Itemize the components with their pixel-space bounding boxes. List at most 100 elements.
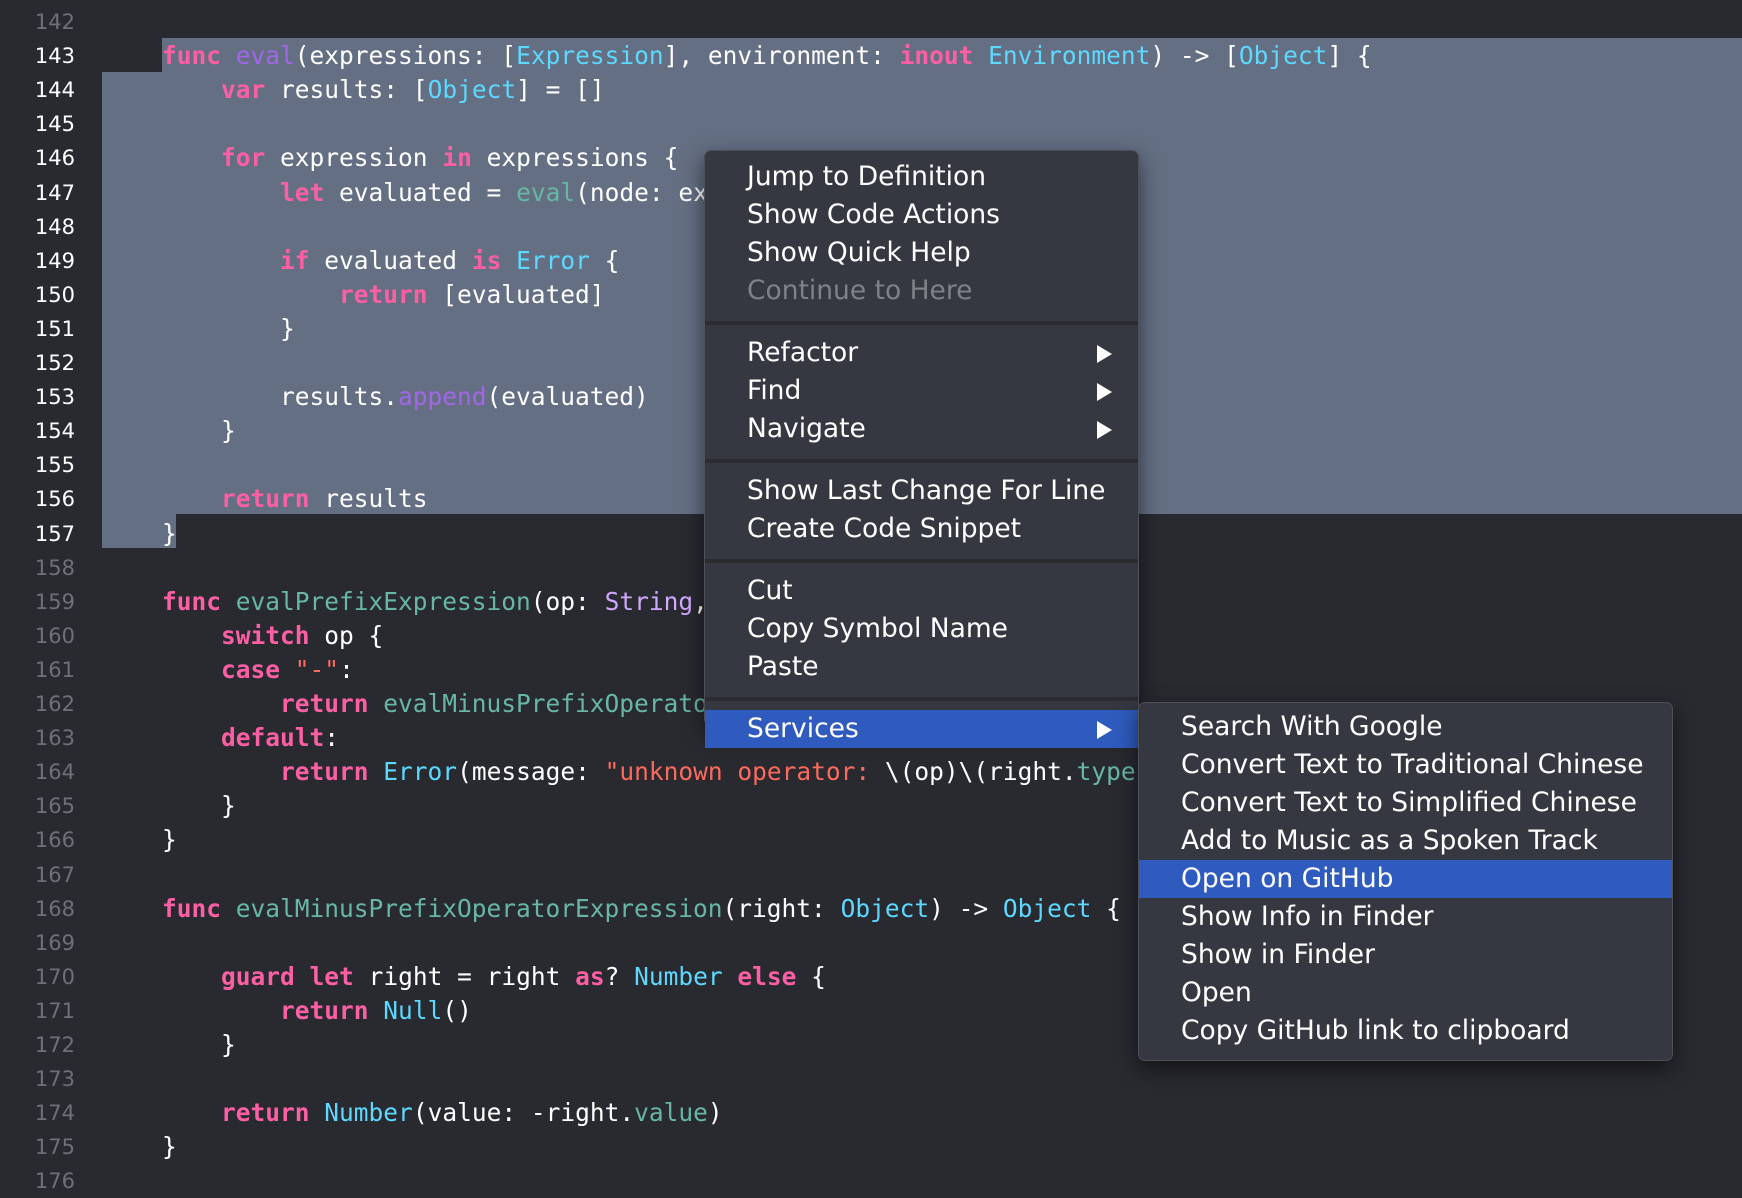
plain-token: ) -> xyxy=(929,893,1003,923)
line-number: 171 xyxy=(34,998,75,1023)
code-text[interactable]: if evaluated is Error { xyxy=(162,244,619,278)
menu-item-convert-text-to-simplified-chinese[interactable]: Convert Text to Simplified Chinese xyxy=(1139,784,1672,822)
line-number: 157 xyxy=(34,521,75,546)
menu-item-copy-github-link-to-clipboard[interactable]: Copy GitHub link to clipboard xyxy=(1139,1012,1672,1050)
line-number: 155 xyxy=(34,453,75,478)
code-line[interactable]: 174 return Number(value: -right.value) xyxy=(0,1096,1742,1130)
line-number: 158 xyxy=(34,555,75,580)
plain-token: () xyxy=(442,995,472,1025)
code-text[interactable]: } xyxy=(162,312,295,346)
menu-item-show-last-change-for-line[interactable]: Show Last Change For Line xyxy=(705,472,1138,510)
code-text[interactable]: guard let right = right as? Number else … xyxy=(162,960,826,994)
code-line[interactable]: 144 var results: [Object] = [] xyxy=(0,73,1742,107)
line-number: 174 xyxy=(34,1101,75,1126)
plain-token: expressions { xyxy=(486,143,679,173)
code-text[interactable]: for expression in expressions { xyxy=(162,141,678,175)
code-text[interactable]: return results xyxy=(162,482,428,516)
code-text[interactable]: return Error(message: "unknown operator:… xyxy=(162,755,1136,789)
keyword-token: var xyxy=(221,75,266,105)
menu-item-cut[interactable]: Cut xyxy=(705,572,1138,610)
syntax-token: type xyxy=(1076,757,1136,787)
syntax-token: Error xyxy=(383,757,458,787)
code-text[interactable]: switch op { xyxy=(162,619,383,653)
line-number: 148 xyxy=(34,214,75,239)
menu-item-copy-symbol-name[interactable]: Copy Symbol Name xyxy=(705,610,1138,648)
menu-item-search-with-google[interactable]: Search With Google xyxy=(1139,708,1672,746)
code-text[interactable]: func eval(expressions: [Expression], env… xyxy=(162,39,1372,73)
line-number: 152 xyxy=(34,351,75,375)
plain-token: right = right xyxy=(368,961,576,991)
code-text[interactable]: } xyxy=(162,1130,177,1164)
menu-item-open-on-github[interactable]: Open on GitHub xyxy=(1139,860,1672,898)
menu-item-convert-text-to-traditional-chinese[interactable]: Convert Text to Traditional Chinese xyxy=(1139,746,1672,784)
code-text[interactable]: } xyxy=(162,789,236,823)
menu-item-show-in-finder[interactable]: Show in Finder xyxy=(1139,936,1672,974)
code-line[interactable]: 173 xyxy=(0,1062,1742,1096)
code-text[interactable]: return [evaluated] xyxy=(162,278,605,312)
code-line[interactable]: 145 xyxy=(0,107,1742,141)
code-text[interactable]: func evalMinusPrefixOperatorExpression(r… xyxy=(162,892,1121,926)
context-menu[interactable]: Jump to Definition Show Code Actions Show … xyxy=(704,150,1139,748)
menu-item-show-code-actions[interactable]: Show Code Actions xyxy=(705,196,1138,234)
line-number: 146 xyxy=(34,146,75,171)
keyword-token: return xyxy=(339,279,428,309)
menu-item-show-quick-help[interactable]: Show Quick Help xyxy=(705,234,1138,272)
keyword-token: is xyxy=(471,245,502,275)
menu-item-label: Add to Music as a Spoken Track xyxy=(1181,825,1598,856)
menu-item-label: Show Info in Finder xyxy=(1181,901,1434,932)
keyword-token: inout xyxy=(899,41,974,71)
code-text[interactable]: results.append(evaluated) xyxy=(162,380,649,414)
code-text[interactable]: return Number(value: -right.value) xyxy=(162,1096,723,1130)
menu-item-find[interactable]: Find xyxy=(705,372,1138,410)
menu-item-jump-to-definition[interactable]: Jump to Definition xyxy=(705,158,1138,196)
code-text[interactable]: func evalPrefixExpression(op: String, xyxy=(162,585,708,619)
menu-item-open[interactable]: Open xyxy=(1139,974,1672,1012)
code-line[interactable]: 142 xyxy=(0,5,1742,39)
submenu-arrow-icon xyxy=(1097,345,1112,363)
menu-item-navigate[interactable]: Navigate xyxy=(705,410,1138,448)
code-text[interactable]: } xyxy=(162,1028,236,1062)
syntax-token: Number xyxy=(634,961,723,991)
plain-token: (evaluated) xyxy=(486,382,649,412)
code-text[interactable]: } xyxy=(162,823,177,857)
code-text[interactable]: } xyxy=(162,414,236,448)
line-number: 149 xyxy=(34,248,75,273)
line-number: 142 xyxy=(34,10,75,34)
syntax-token: Error xyxy=(516,245,590,275)
code-line[interactable]: 143 func eval(expressions: [Expression], … xyxy=(0,39,1742,73)
menu-item-add-to-music-as-a-spoken-track[interactable]: Add to Music as a Spoken Track xyxy=(1139,822,1672,860)
menu-item-create-code-snippet[interactable]: Create Code Snippet xyxy=(705,510,1138,548)
code-text[interactable]: case "-": xyxy=(162,653,354,687)
code-text[interactable]: } xyxy=(162,517,177,551)
menu-item-label: Copy GitHub link to clipboard xyxy=(1181,1015,1570,1046)
menu-item-label: Search With Google xyxy=(1181,711,1443,742)
submenu-arrow-icon xyxy=(1097,721,1112,739)
plain-token: : xyxy=(324,723,340,753)
syntax-token: Object xyxy=(1238,41,1328,71)
plain-token: } xyxy=(162,1132,177,1162)
code-line[interactable]: 175} xyxy=(0,1130,1742,1164)
menu-item-paste[interactable]: Paste xyxy=(705,648,1138,686)
menu-item-services[interactable]: Services xyxy=(705,710,1138,748)
code-text[interactable]: var results: [Object] = [] xyxy=(162,73,605,107)
menu-item-show-info-in-finder[interactable]: Show Info in Finder xyxy=(1139,898,1672,936)
menu-separator xyxy=(705,459,1138,463)
plain-token: (right: xyxy=(722,893,841,923)
plain-token: results xyxy=(324,484,428,514)
menu-item-continue-to-here[interactable]: Continue to Here xyxy=(705,272,1138,310)
code-line[interactable]: 176 xyxy=(0,1164,1742,1198)
line-number: 144 xyxy=(34,78,75,103)
menu-item-refactor[interactable]: Refactor xyxy=(705,334,1138,372)
code-text[interactable]: return evalMinusPrefixOperato xyxy=(162,687,708,721)
code-text[interactable]: return Null() xyxy=(162,994,472,1028)
services-submenu[interactable]: Search With Google Convert Text to Tradit… xyxy=(1138,702,1673,1061)
menu-separator xyxy=(705,321,1138,325)
keyword-token: case xyxy=(221,654,281,684)
code-text[interactable]: default: xyxy=(162,721,339,755)
plain-token: ) -> [ xyxy=(1150,41,1239,71)
